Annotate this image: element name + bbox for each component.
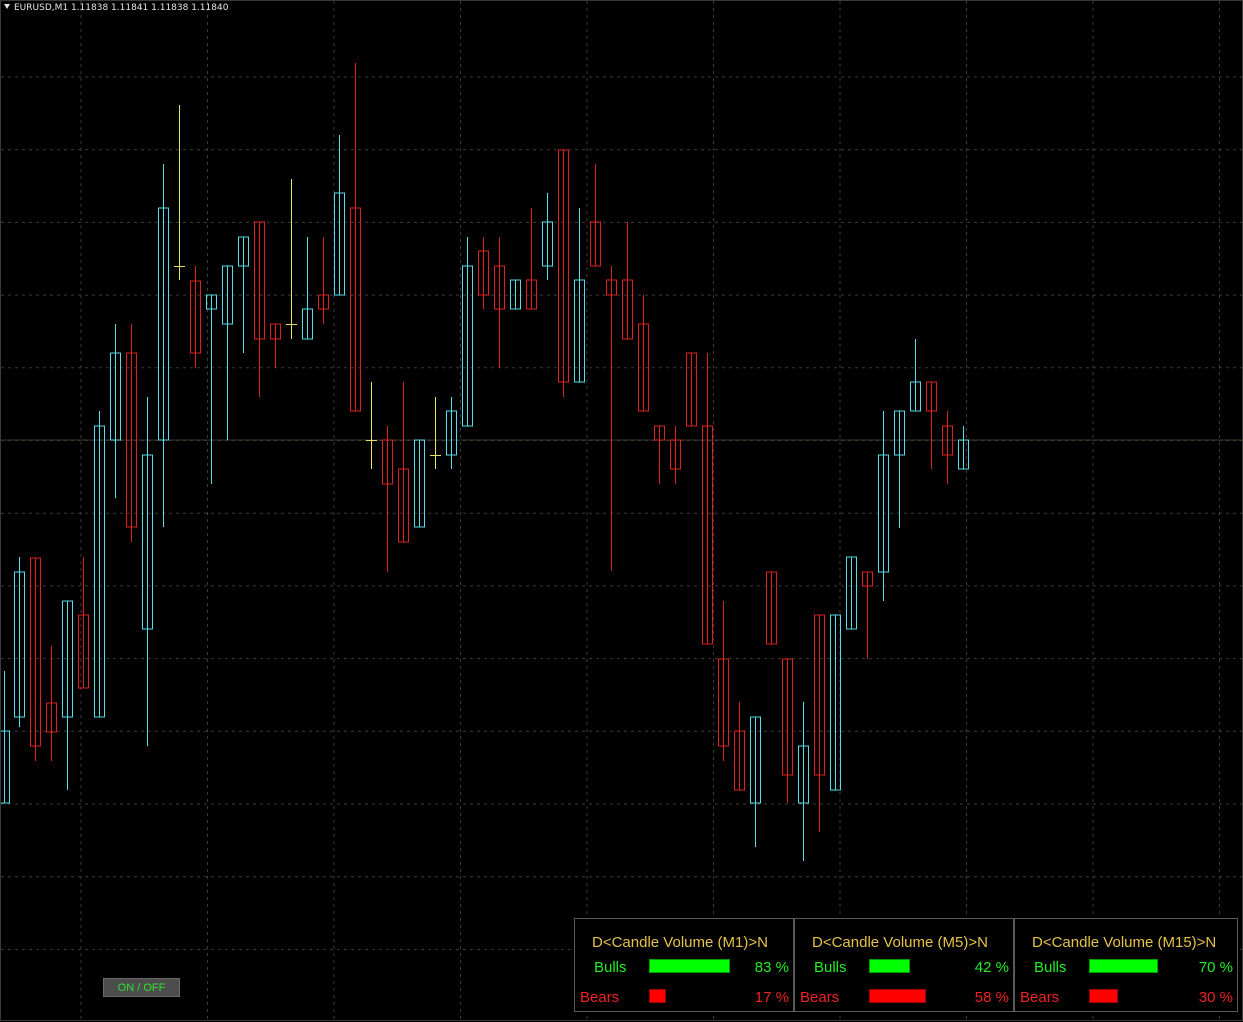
price-chart[interactable] bbox=[1, 1, 1243, 1022]
symbol-header: EURUSD,M1 1.11838 1.11841 1.11838 1.1184… bbox=[4, 3, 228, 13]
bears-percent: 30 % bbox=[1198, 989, 1233, 1006]
bears-bar bbox=[1089, 989, 1118, 1003]
candle-volume-panel-m5: D<Candle Volume (M5)>N Bulls 42 % Bears … bbox=[794, 918, 1014, 1012]
bulls-percent: 70 % bbox=[1198, 959, 1233, 976]
on-off-button[interactable]: ON / OFF bbox=[103, 978, 180, 997]
bulls-bar bbox=[1089, 959, 1158, 973]
bulls-bar bbox=[649, 959, 730, 973]
bears-percent: 58 % bbox=[974, 989, 1009, 1006]
bulls-percent: 83 % bbox=[754, 959, 789, 976]
bears-label: Bears bbox=[800, 989, 840, 1006]
candle-body bbox=[1, 730, 10, 804]
panel-title: D<Candle Volume (M1)>N bbox=[592, 934, 768, 951]
bulls-label: Bulls bbox=[1034, 959, 1067, 976]
bulls-label: Bulls bbox=[814, 959, 847, 976]
candle-volume-panel-m1: D<Candle Volume (M1)>N Bulls 83 % Bears … bbox=[574, 918, 794, 1012]
symbol-quote: EURUSD,M1 1.11838 1.11841 1.11838 1.1184… bbox=[14, 3, 229, 13]
bulls-percent: 42 % bbox=[974, 959, 1009, 976]
bears-bar bbox=[649, 989, 666, 1003]
panel-title: D<Candle Volume (M5)>N bbox=[812, 934, 988, 951]
chart-area[interactable] bbox=[0, 0, 1243, 1022]
dropdown-caret-icon[interactable] bbox=[4, 4, 10, 9]
bears-percent: 17 % bbox=[754, 989, 789, 1006]
bears-label: Bears bbox=[580, 989, 620, 1006]
bears-label: Bears bbox=[1020, 989, 1060, 1006]
candle-volume-panel-m15: D<Candle Volume (M15)>N Bulls 70 % Bears… bbox=[1014, 918, 1238, 1012]
bulls-bar bbox=[869, 959, 910, 973]
bears-bar bbox=[869, 989, 926, 1003]
bulls-label: Bulls bbox=[594, 959, 627, 976]
panel-title: D<Candle Volume (M15)>N bbox=[1032, 934, 1217, 951]
